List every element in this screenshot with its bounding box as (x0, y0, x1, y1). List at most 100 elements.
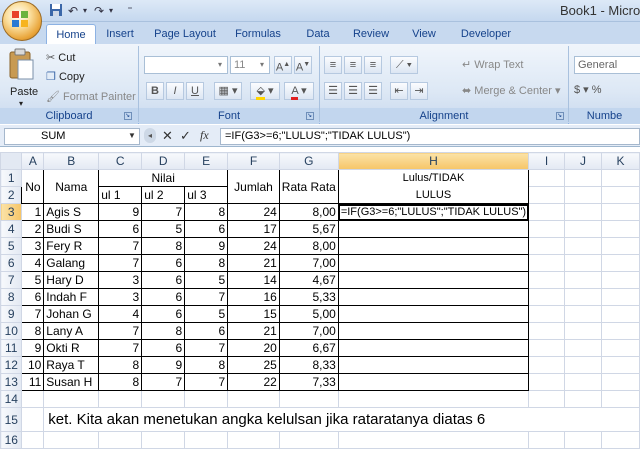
insert-function-icon[interactable]: fx (200, 128, 209, 143)
cell-ul1[interactable]: 7 (98, 254, 143, 272)
note-text[interactable]: ket. Kita akan menetukan angka kelulsan … (43, 407, 640, 432)
cell-jumlah[interactable]: 15 (227, 305, 280, 323)
orientation-button[interactable]: ⟋ ▾ (390, 56, 418, 74)
merge-center-button[interactable]: ⬌ Merge & Center ▾ (462, 83, 561, 99)
header-lulus-line2[interactable]: LULUS (337, 186, 530, 204)
align-middle-icon[interactable]: ≡ (344, 56, 362, 74)
cell-jumlah[interactable]: 17 (227, 220, 280, 238)
header-no[interactable]: No (21, 169, 45, 204)
cell[interactable] (528, 339, 565, 357)
cell[interactable] (528, 186, 565, 204)
cell[interactable] (563, 305, 603, 323)
cell[interactable] (563, 322, 603, 340)
cell[interactable] (278, 390, 339, 408)
cell-nama[interactable]: Johan G (43, 305, 100, 323)
cell[interactable] (528, 220, 565, 238)
paste-button[interactable]: Paste ▾ (6, 48, 40, 108)
cell-no[interactable]: 7 (21, 305, 45, 323)
cell[interactable] (601, 373, 640, 391)
increase-indent-icon[interactable]: ⇥ (410, 82, 428, 100)
active-cell-editing[interactable]: =IF(G3>=6;"LULUS";"TIDAK LULUS") (337, 203, 530, 221)
cell-lulus[interactable] (337, 288, 530, 306)
cell-rata-rata[interactable]: 7,00 (278, 322, 339, 340)
row-header[interactable]: 3 (0, 203, 23, 221)
cell-no[interactable]: 8 (21, 322, 45, 340)
cell-ul2[interactable]: 6 (141, 339, 186, 357)
column-header[interactable]: B (43, 152, 100, 170)
font-name-input[interactable] (144, 56, 228, 74)
cell[interactable] (601, 220, 640, 238)
header-nama[interactable]: Nama (43, 169, 100, 204)
cell[interactable] (563, 271, 603, 289)
cell-no[interactable]: 3 (21, 237, 45, 255)
cell[interactable] (563, 203, 603, 221)
row-header[interactable]: 11 (0, 339, 23, 357)
column-header-selected[interactable]: H (337, 152, 530, 170)
cell-ul1[interactable]: 9 (98, 203, 143, 221)
cut-button[interactable]: ✂ Cut (46, 50, 75, 66)
column-header[interactable]: A (21, 152, 45, 170)
cell[interactable] (563, 237, 603, 255)
row-header[interactable]: 5 (0, 237, 23, 255)
row-header[interactable]: 4 (0, 220, 23, 238)
cell[interactable] (601, 431, 640, 449)
cell[interactable] (601, 203, 640, 221)
formula-input[interactable]: =IF(G3>=6;"LULUS";"TIDAK LULUS") (220, 128, 640, 145)
tab-data[interactable]: Data (298, 24, 338, 44)
grow-font-button[interactable]: A▲ (274, 56, 292, 74)
cell-ul3[interactable]: 5 (184, 305, 229, 323)
cell-ul1[interactable]: 8 (98, 356, 143, 374)
cell[interactable] (337, 431, 530, 449)
cell-ul1[interactable]: 7 (98, 322, 143, 340)
cell-nama[interactable]: Fery R (43, 237, 100, 255)
number-format-select[interactable]: General (574, 56, 640, 74)
currency-icon[interactable]: $ ▾ % (574, 82, 602, 98)
cell[interactable] (563, 220, 603, 238)
cell[interactable] (601, 288, 640, 306)
header-ul1[interactable]: ul 1 (98, 186, 143, 204)
cell-ul2[interactable]: 6 (141, 305, 186, 323)
clipboard-launcher-icon[interactable]: ↘ (124, 112, 132, 120)
font-size-dropdown-icon[interactable]: ▾ (260, 57, 264, 73)
tab-formulas[interactable]: Formulas (230, 24, 286, 44)
row-header[interactable]: 12 (0, 356, 23, 374)
cell[interactable] (601, 169, 640, 187)
cell[interactable] (528, 254, 565, 272)
cell[interactable] (337, 390, 530, 408)
cell-ul1[interactable]: 4 (98, 305, 143, 323)
underline-button[interactable]: U (186, 82, 204, 100)
column-header[interactable]: C (98, 152, 143, 170)
cell-nama[interactable]: Indah F (43, 288, 100, 306)
tab-review[interactable]: Review (348, 24, 394, 44)
cell[interactable] (601, 237, 640, 255)
cell-nama[interactable]: Okti R (43, 339, 100, 357)
borders-button[interactable]: ▦ ▾ (214, 82, 242, 100)
cell[interactable] (528, 390, 565, 408)
cell[interactable] (563, 186, 603, 204)
cell[interactable] (601, 390, 640, 408)
cell-no[interactable]: 6 (21, 288, 45, 306)
row-header[interactable]: 6 (0, 254, 23, 272)
format-painter-button[interactable]: 🖌 Format Painter (46, 89, 136, 105)
redo-dropdown-icon[interactable]: ▾ (106, 3, 116, 19)
cell[interactable] (563, 373, 603, 391)
row-header[interactable]: 2 (0, 186, 23, 204)
cell-jumlah[interactable]: 24 (227, 203, 280, 221)
cell-nama[interactable]: Susan H (43, 373, 100, 391)
bold-button[interactable]: B (146, 82, 164, 100)
tab-home[interactable]: Home (46, 24, 96, 44)
cell-lulus[interactable] (337, 339, 530, 357)
undo-icon[interactable]: ↶ (66, 3, 80, 19)
cell-no[interactable]: 9 (21, 339, 45, 357)
cell-ul3[interactable]: 5 (184, 271, 229, 289)
cell-ul2[interactable]: 9 (141, 356, 186, 374)
cell[interactable] (601, 271, 640, 289)
cell[interactable] (601, 322, 640, 340)
cell-no[interactable]: 10 (21, 356, 45, 374)
column-header[interactable]: D (141, 152, 186, 170)
cell[interactable] (21, 431, 45, 449)
cell[interactable] (21, 407, 45, 432)
cell[interactable] (528, 322, 565, 340)
customize-qat-icon[interactable]: ⁼ (124, 3, 136, 19)
cell-rata-rata[interactable]: 4,67 (278, 271, 339, 289)
